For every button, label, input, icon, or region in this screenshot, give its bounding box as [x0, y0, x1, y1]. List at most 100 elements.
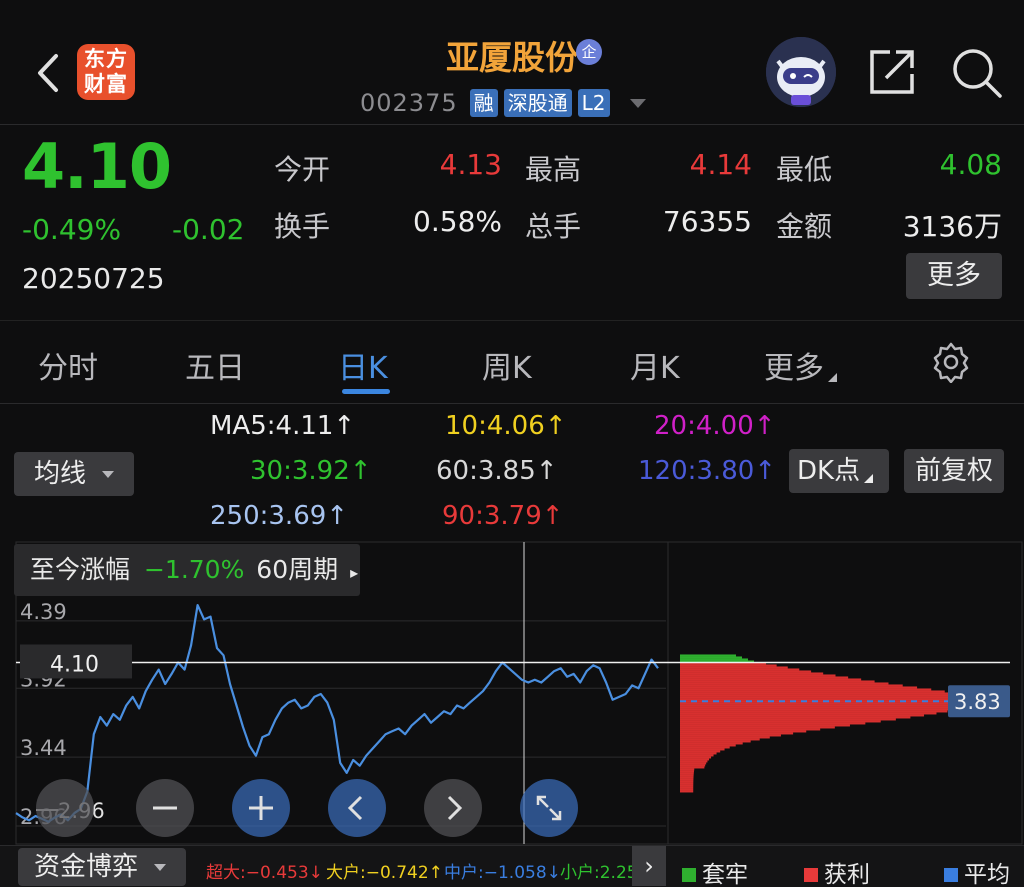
stat-value-turnover: 0.58% [413, 205, 502, 238]
scroll-left-button[interactable] [328, 779, 386, 837]
chip-bar-profit [680, 778, 694, 781]
share-icon[interactable] [866, 46, 918, 98]
legend-swatch [944, 868, 958, 882]
chip-bar-profit [680, 720, 881, 723]
zoom-out-button[interactable] [136, 779, 194, 837]
stat-label-low: 最低 [776, 153, 833, 186]
tab-five-day[interactable]: 五日 [185, 343, 245, 387]
chip-bar-profit [680, 758, 710, 761]
chip-bar-profit [680, 780, 694, 783]
chip-bar-profit [680, 740, 751, 743]
ma5-value: MA5:4.11↑ [210, 411, 356, 441]
legend-profit-label: 获利 [824, 862, 870, 887]
chip-bar-profit [680, 728, 821, 731]
fund-game-select[interactable]: 资金博弈 [18, 848, 186, 886]
stat-label-turnover: 换手 [274, 210, 331, 243]
tab-more[interactable]: 更多 [764, 343, 837, 387]
first-page-button[interactable] [36, 779, 94, 837]
chip-bar-profit [680, 712, 937, 715]
chip-bar-profit [680, 772, 694, 775]
tab-more-label: 更多 [764, 351, 824, 386]
chip-bar-profit [680, 696, 976, 699]
chip-bar-profit [680, 664, 777, 667]
scroll-right-button[interactable] [424, 779, 482, 837]
last-price: 4.10 [22, 130, 172, 203]
chip-bar-profit [680, 704, 969, 707]
range-gain-box[interactable]: 至今涨幅 −1.70% 60周期 ▸ [14, 544, 360, 596]
tab-intraday[interactable]: 分时 [38, 343, 98, 387]
chip-bar-profit [680, 698, 980, 701]
period-tabs: 分时 五日 日K 周K 月K 更多 [0, 320, 1024, 404]
plus-icon [249, 796, 273, 820]
tab-monthly-k[interactable]: 月K [630, 343, 680, 387]
ma10-value: 10:4.06↑ [445, 411, 567, 441]
chip-bar-profit [680, 744, 736, 747]
chip-bar-profit [680, 782, 694, 785]
stock-code-row[interactable]: 002375 融 深股通 L2 [360, 86, 646, 120]
chip-bar-profit [680, 670, 812, 673]
average-cost-label: 3.83 [954, 690, 1001, 714]
stat-label-amount: 金额 [776, 210, 833, 243]
ma90-value: 90:3.79↑ [442, 501, 564, 531]
stat-label-volume: 总手 [525, 210, 582, 243]
chip-bar-profit [680, 708, 957, 711]
settings-gear-icon[interactable] [930, 341, 972, 383]
adjust-mode-button[interactable]: 前复权 [904, 449, 1004, 493]
chip-bar-profit [680, 768, 695, 771]
chip-bar-profit [680, 752, 717, 755]
dk-point-label: DK点 [797, 456, 861, 486]
header-bar: 东方 财富 亚厦股份 企 002375 融 深股通 L2 [0, 0, 1024, 125]
stat-value-amount: 3136万 [902, 210, 1002, 243]
minus-icon [153, 806, 177, 810]
indicator-select[interactable]: 均线 [14, 452, 134, 496]
chip-bar-trapped [680, 656, 742, 659]
tab-daily-k[interactable]: 日K [338, 343, 388, 387]
dk-point-button[interactable]: DK点 [789, 449, 889, 493]
tab-weekly-k[interactable]: 周K [482, 343, 532, 387]
legend-trapped-label: 套牢 [702, 862, 748, 887]
chevron-right-icon: ▸ [350, 563, 359, 582]
robot-assistant-icon[interactable] [766, 37, 836, 107]
expand-icon [536, 795, 562, 821]
fullscreen-button[interactable] [520, 779, 578, 837]
stat-label-high: 最高 [525, 153, 582, 186]
chip-bar-profit [680, 788, 694, 791]
stat-value-high: 4.14 [689, 148, 752, 181]
chip-distribution [680, 654, 980, 793]
chip-bar-profit [680, 756, 712, 759]
flow-medium: 中户:−1.058↓ [444, 863, 561, 883]
chevron-right-icon [447, 795, 463, 821]
ma20-value: 20:4.00↑ [654, 411, 776, 441]
legend-profit: 获利 [804, 855, 870, 887]
fund-game-label: 资金博弈 [34, 852, 139, 882]
chip-bar-profit [680, 776, 694, 779]
chip-bar-trapped [680, 654, 736, 657]
chip-bar-profit [680, 694, 968, 697]
current-price-label: 4.10 [50, 652, 99, 677]
legend-swatch [682, 868, 696, 882]
flow-next-button[interactable]: › [632, 846, 666, 886]
stat-value-volume: 76355 [662, 205, 752, 238]
chip-bar-profit [680, 750, 721, 753]
corner-triangle-icon [828, 373, 837, 382]
chip-bar-profit [680, 764, 706, 767]
chip-bar-profit [680, 734, 781, 737]
more-stats-button[interactable]: 更多 [906, 253, 1002, 299]
chip-bar-profit [680, 680, 875, 683]
chip-bar-profit [680, 676, 849, 679]
y-tick-label: 3.44 [20, 736, 67, 760]
stat-value-open: 4.13 [439, 148, 502, 181]
chip-bar-profit [680, 766, 705, 769]
chip-bar-profit [680, 786, 694, 789]
indicator-select-label: 均线 [34, 459, 87, 489]
chip-bar-profit [680, 674, 836, 677]
zoom-in-button[interactable] [232, 779, 290, 837]
chevron-down-icon[interactable] [629, 98, 646, 108]
search-icon[interactable] [948, 44, 1004, 100]
tag-l2: L2 [577, 89, 610, 117]
chip-bar-profit [680, 748, 725, 751]
chevron-left-icon [347, 795, 363, 821]
ma120-value: 120:3.80↑ [638, 456, 777, 486]
chip-bar-profit [680, 754, 714, 757]
dropdown-arrow-icon [102, 471, 115, 478]
